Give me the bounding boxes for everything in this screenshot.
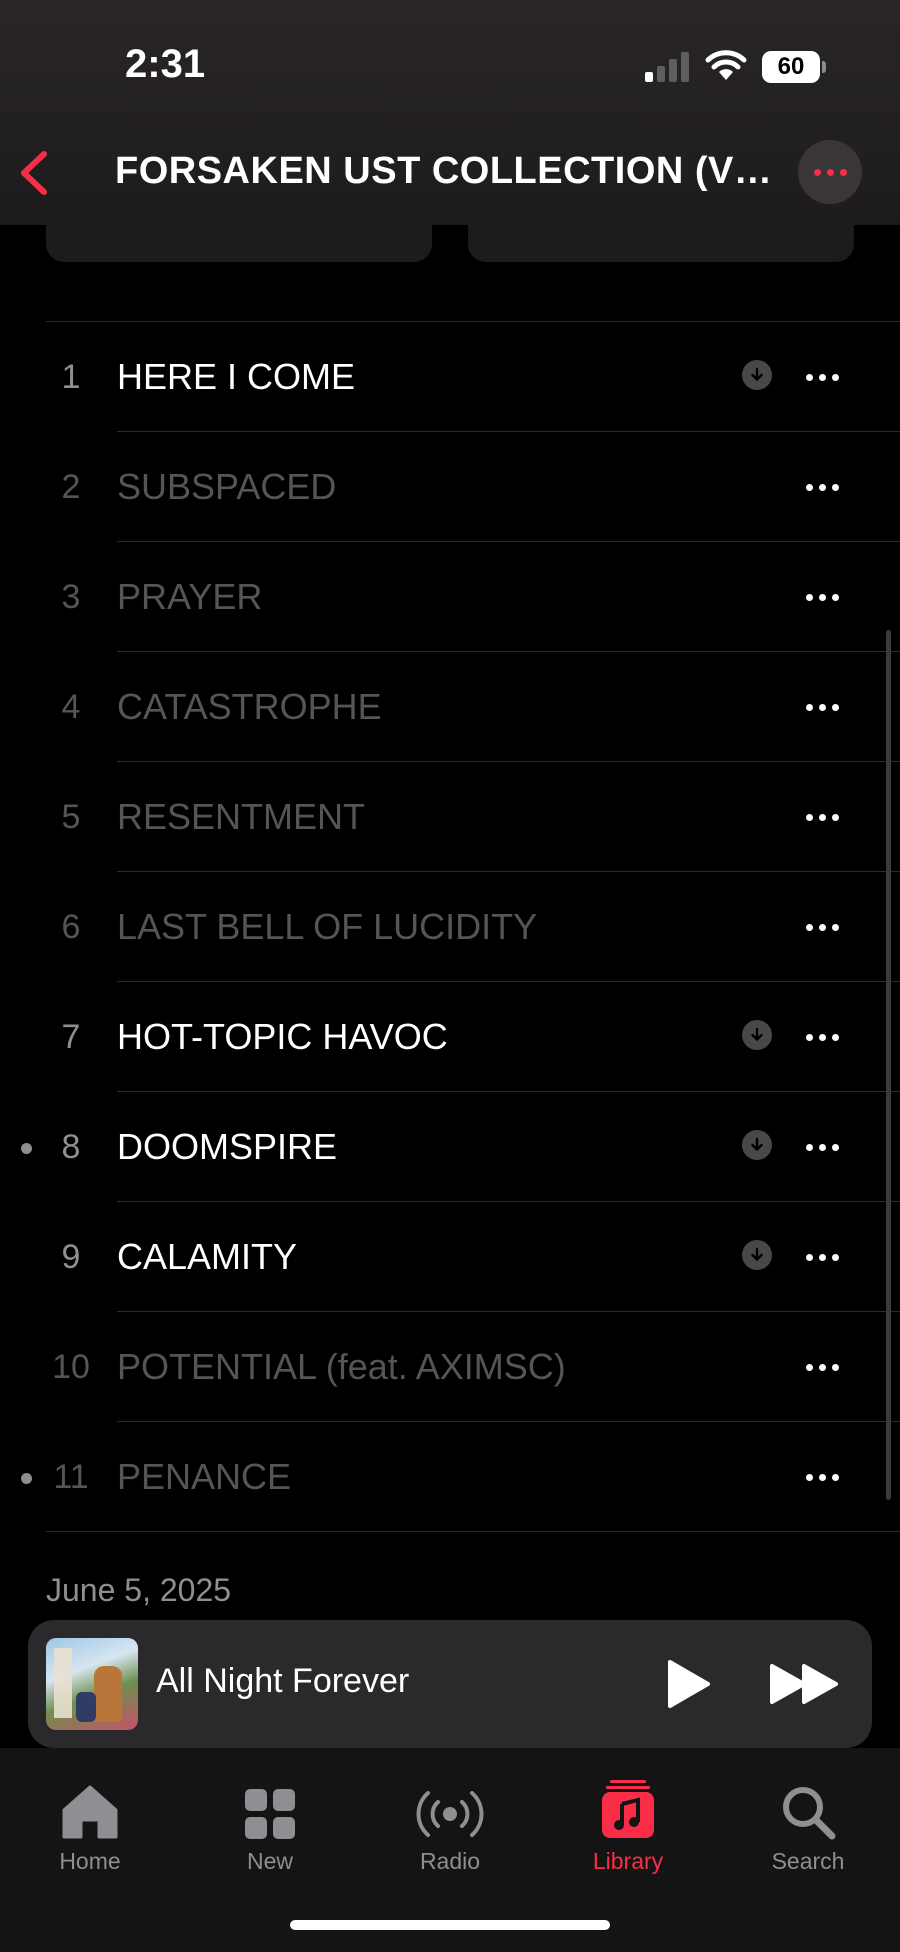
track-number: 5 (61, 798, 81, 836)
track-number: 6 (61, 908, 81, 946)
play-icon[interactable] (664, 1658, 712, 1710)
downloaded-icon (742, 360, 772, 390)
back-chevron-icon[interactable] (14, 148, 54, 198)
wifi-icon (705, 50, 747, 80)
track-row[interactable]: 7 HOT-TOPIC HAVOC (0, 982, 900, 1092)
track-options-icon[interactable] (800, 1462, 844, 1492)
track-row[interactable]: 5 RESENTMENT (0, 762, 900, 872)
status-time: 2:31 (125, 42, 206, 86)
track-number: 3 (61, 578, 81, 616)
track-title: POTENTIAL (feat. AXIMSC) (117, 1346, 566, 1387)
battery-indicator: 60 (762, 51, 820, 83)
more-options-button[interactable] (798, 140, 862, 204)
track-options-icon[interactable] (800, 912, 844, 942)
track-options-icon[interactable] (800, 802, 844, 832)
track-options-icon[interactable] (800, 582, 844, 612)
tab-label: Search (771, 1848, 845, 1874)
track-number: 8 (61, 1128, 81, 1166)
track-number: 11 (53, 1458, 89, 1496)
track-number: 9 (61, 1238, 81, 1276)
navigation-header: 2:31 60 FORSAKEN UST COLLECTION (VO... (0, 0, 900, 225)
tab-label: Home (59, 1848, 121, 1874)
track-row[interactable]: 10 POTENTIAL (feat. AXIMSC) (0, 1312, 900, 1422)
track-title: SUBSPACED (117, 466, 337, 507)
now-playing-title: All Night Forever (156, 1662, 410, 1700)
track-options-icon[interactable] (800, 362, 844, 392)
downloaded-icon (742, 1130, 772, 1160)
ellipsis-icon (813, 168, 847, 176)
scrollbar[interactable] (886, 630, 891, 1500)
track-row[interactable]: 4 CATASTROPHE (0, 652, 900, 762)
track-options-icon[interactable] (800, 1132, 844, 1162)
track-number: 1 (61, 358, 81, 396)
mini-player[interactable]: All Night Forever (28, 1620, 872, 1748)
downloaded-icon (742, 1020, 772, 1050)
tab-new[interactable]: New (200, 1778, 340, 1875)
home-indicator[interactable] (290, 1920, 610, 1930)
row-divider (46, 1531, 900, 1532)
track-row[interactable]: 6 LAST BELL OF LUCIDITY (0, 872, 900, 982)
track-title: PENANCE (117, 1456, 292, 1497)
track-number: 4 (61, 688, 81, 726)
track-title: RESENTMENT (117, 796, 366, 837)
cellular-signal-icon (645, 52, 691, 82)
track-title: HERE I COME (117, 356, 356, 397)
tab-library[interactable]: Library (558, 1778, 698, 1875)
tab-radio[interactable]: Radio (380, 1778, 520, 1875)
track-options-icon[interactable] (800, 692, 844, 722)
track-row[interactable]: 1 HERE I COME (0, 322, 900, 432)
tab-label: New (246, 1848, 293, 1874)
track-title: HOT-TOPIC HAVOC (117, 1016, 448, 1057)
track-row[interactable]: 3 PRAYER (0, 542, 900, 652)
track-title: CATASTROPHE (117, 686, 382, 727)
track-number: 2 (61, 468, 81, 506)
album-artwork (46, 1638, 138, 1730)
track-title: CALAMITY (117, 1236, 298, 1277)
grid-icon (245, 1789, 295, 1839)
track-row[interactable]: 11 PENANCE (0, 1422, 900, 1532)
new-track-dot (21, 1143, 32, 1154)
track-title: PRAYER (117, 576, 263, 617)
search-icon (783, 1787, 836, 1840)
battery-tip (822, 61, 826, 73)
track-title: DOOMSPIRE (117, 1126, 338, 1167)
track-title: LAST BELL OF LUCIDITY (117, 906, 538, 947)
release-date: June 5, 2025 (46, 1572, 232, 1608)
tab-label: Library (592, 1848, 664, 1874)
music-note-icon (602, 1780, 654, 1838)
radio-icon (416, 1791, 484, 1837)
fast-forward-icon[interactable] (768, 1662, 842, 1706)
home-icon (62, 1785, 118, 1839)
tab-home[interactable]: Home (20, 1778, 160, 1875)
new-track-dot (21, 1473, 32, 1484)
downloaded-icon (742, 1240, 772, 1270)
tab-label: Radio (419, 1848, 481, 1874)
track-options-icon[interactable] (800, 1022, 844, 1052)
track-row[interactable]: 8 DOOMSPIRE (0, 1092, 900, 1202)
track-options-icon[interactable] (800, 1242, 844, 1272)
track-row[interactable]: 9 CALAMITY (0, 1202, 900, 1312)
page-title: FORSAKEN UST COLLECTION (VO... (115, 150, 775, 192)
track-number: 7 (61, 1018, 81, 1056)
tab-search[interactable]: Search (738, 1778, 878, 1875)
track-options-icon[interactable] (800, 472, 844, 502)
track-options-icon[interactable] (800, 1352, 844, 1382)
track-number: 10 (52, 1348, 90, 1386)
track-row[interactable]: 2 SUBSPACED (0, 432, 900, 542)
